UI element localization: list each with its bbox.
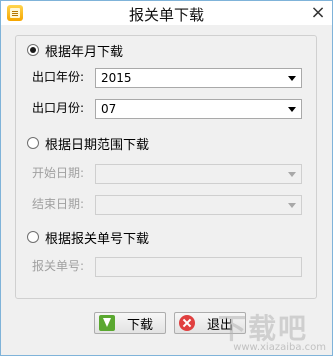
radio-by-month-label: 根据年月下载 <box>45 44 124 60</box>
exit-icon <box>179 315 195 331</box>
declaration-number-input[interactable] <box>95 257 302 277</box>
end-date-picker[interactable] <box>95 195 302 215</box>
radio-by-range[interactable]: 根据日期范围下载 <box>27 135 150 153</box>
month-label: 出口月份: <box>32 101 85 115</box>
year-select-value: 2015 <box>101 71 132 85</box>
radio-by-month[interactable]: 根据年月下载 <box>27 42 124 60</box>
radio-button[interactable] <box>27 231 39 243</box>
year-select[interactable]: 2015 <box>95 68 302 88</box>
end-date-label: 结束日期: <box>32 197 85 211</box>
radio-button[interactable] <box>27 137 39 149</box>
close-icon[interactable]: × <box>310 4 326 22</box>
month-select-value: 07 <box>101 102 117 116</box>
month-select[interactable]: 07 <box>95 99 302 119</box>
download-dialog: 报关单下载 × 根据年月下载 出口年份: 2015 出口月份: 07 根据日期范… <box>0 0 333 356</box>
year-label: 出口年份: <box>32 70 85 84</box>
radio-by-number[interactable]: 根据报关单号下载 <box>27 229 150 247</box>
radio-button-checked[interactable] <box>27 44 39 56</box>
declaration-number-label: 报关单号: <box>32 259 85 273</box>
chevron-down-icon[interactable] <box>288 107 296 112</box>
download-icon <box>99 315 115 331</box>
start-date-picker[interactable] <box>95 164 302 184</box>
chevron-down-icon[interactable] <box>288 76 296 81</box>
chevron-down-icon[interactable] <box>288 203 296 208</box>
window-title: 报关单下载 <box>128 6 204 24</box>
download-button-label: 下载 <box>127 317 154 333</box>
watermark-logo: 下载吧 <box>218 312 309 345</box>
download-button[interactable]: 下载 <box>94 312 166 334</box>
radio-by-range-label: 根据日期范围下载 <box>45 137 150 153</box>
title-bar: 报关单下载 × <box>1 1 332 25</box>
radio-by-number-label: 根据报关单号下载 <box>45 231 150 247</box>
watermark-url: www.xiazaiba.com <box>233 342 326 353</box>
chevron-down-icon[interactable] <box>288 172 296 177</box>
watermark: 下载吧 www.xiazaiba.com <box>218 305 328 353</box>
start-date-label: 开始日期: <box>32 166 85 180</box>
